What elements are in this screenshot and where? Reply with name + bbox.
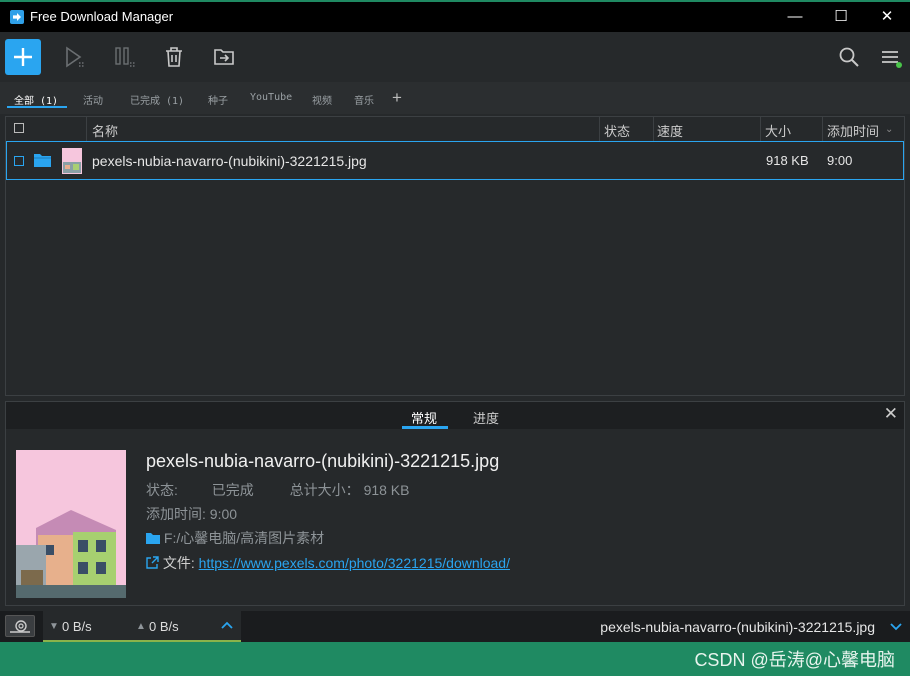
column-speed[interactable]: 速度 xyxy=(657,121,683,140)
total-size-value: 918 KB xyxy=(363,482,410,498)
column-added[interactable]: 添加时间 xyxy=(827,121,879,140)
download-size: 918 KB xyxy=(766,153,809,168)
column-separator xyxy=(599,117,600,141)
resume-icon[interactable] xyxy=(63,45,87,69)
file-thumbnail-icon xyxy=(62,148,82,174)
tab-progress[interactable]: 进度 xyxy=(473,408,499,427)
status-bar: ▼ 0 B/s ▲ 0 B/s pexels-nubia-navarro-(nu… xyxy=(0,611,910,642)
column-name[interactable]: 名称 xyxy=(92,121,118,140)
title-bar: Free Download Manager — ☐ ✕ xyxy=(0,2,910,32)
add-download-button[interactable] xyxy=(5,39,41,75)
download-row[interactable]: pexels-nubia-navarro-(nubikini)-3221215.… xyxy=(6,141,904,180)
speed-limiter-button[interactable] xyxy=(5,615,35,637)
details-status-line: 状态: 已完成 总计大小： 918 KB xyxy=(146,480,410,500)
download-added-time: 9:00 xyxy=(827,153,853,168)
snail-icon xyxy=(10,620,30,633)
pause-icon[interactable] xyxy=(113,45,137,69)
column-size[interactable]: 大小 xyxy=(765,121,791,140)
column-separator xyxy=(760,117,761,141)
tab-all[interactable]: 全部 (1) xyxy=(14,92,58,107)
minimize-button[interactable]: — xyxy=(772,2,818,32)
move-to-folder-icon[interactable] xyxy=(212,45,236,69)
status-value: 已完成 xyxy=(211,482,254,498)
tab-youtube[interactable]: YouTube xyxy=(250,92,292,103)
status-label: 状态: xyxy=(146,482,178,498)
folder-icon[interactable] xyxy=(33,152,52,168)
file-label: 文件: xyxy=(162,555,195,571)
column-separator xyxy=(822,117,823,141)
download-arrow-icon: ▼ xyxy=(49,621,59,632)
details-title: pexels-nubia-navarro-(nubikini)-3221215.… xyxy=(146,451,500,471)
watermark: CSDN @岳涛@心馨电脑 xyxy=(694,650,895,670)
details-panel: 常规 进度 ✕ pexels-nubia-navarro-(nubikini)-… xyxy=(5,401,905,606)
folder-icon xyxy=(146,533,160,544)
row-checkbox[interactable] xyxy=(14,156,24,166)
filter-tabs: 全部 (1) 活动 已完成 (1) 种子 YouTube 视频 音乐 xyxy=(0,82,910,114)
tab-music[interactable]: 音乐 xyxy=(354,92,374,107)
tab-active[interactable]: 活动 xyxy=(83,92,103,107)
plus-icon xyxy=(14,48,32,66)
upload-speed: 0 B/s xyxy=(149,619,179,634)
external-link-icon xyxy=(146,556,159,569)
select-all-checkbox[interactable] xyxy=(14,123,24,133)
search-icon[interactable] xyxy=(837,45,861,69)
close-details-icon[interactable]: ✕ xyxy=(884,404,898,424)
add-tag-button[interactable]: + xyxy=(392,88,402,108)
status-current-file[interactable]: pexels-nubia-navarro-(nubikini)-3221215.… xyxy=(600,619,875,635)
sort-chevron-icon[interactable]: ⌄ xyxy=(885,124,893,135)
maximize-button[interactable]: ☐ xyxy=(818,2,864,32)
download-speed: 0 B/s xyxy=(62,619,92,634)
list-header: 名称 状态 速度 大小 添加时间 ⌄ xyxy=(6,117,904,142)
speed-indicator[interactable]: ▼ 0 B/s ▲ 0 B/s xyxy=(43,611,241,642)
column-status[interactable]: 状态 xyxy=(604,121,630,140)
active-details-tab-indicator xyxy=(402,426,448,429)
close-button[interactable]: ✕ xyxy=(864,2,910,32)
toolbar xyxy=(0,32,910,82)
details-added-line: 添加时间: 9:00 xyxy=(146,504,237,524)
file-url-link[interactable]: https://www.pexels.com/photo/3221215/dow… xyxy=(199,555,510,571)
delete-icon[interactable] xyxy=(162,45,186,69)
tab-completed[interactable]: 已完成 (1) xyxy=(130,92,184,107)
download-filename: pexels-nubia-navarro-(nubikini)-3221215.… xyxy=(92,153,367,169)
active-tab-indicator xyxy=(7,106,67,108)
window-title: Free Download Manager xyxy=(30,9,174,24)
file-preview-image xyxy=(16,450,126,598)
menu-icon[interactable] xyxy=(879,45,903,69)
download-list: 名称 状态 速度 大小 添加时间 ⌄ pexels-nubia-navarro-… xyxy=(5,116,905,396)
tab-video[interactable]: 视频 xyxy=(312,92,332,107)
app-window: Free Download Manager — ☐ ✕ 全部 (1) 活动 已完… xyxy=(0,0,910,642)
upload-arrow-icon: ▲ xyxy=(136,621,146,632)
app-logo-icon xyxy=(10,10,24,24)
chevron-down-icon[interactable] xyxy=(890,623,902,631)
column-separator xyxy=(86,117,87,141)
column-separator xyxy=(653,117,654,141)
tab-torrents[interactable]: 种子 xyxy=(208,92,228,107)
chevron-up-icon[interactable] xyxy=(221,621,233,629)
tab-general[interactable]: 常规 xyxy=(411,408,437,427)
details-file-line: 文件: https://www.pexels.com/photo/3221215… xyxy=(146,553,510,573)
added-label: 添加时间: xyxy=(146,506,206,522)
save-path[interactable]: F:/心馨电脑/高清图片素材 xyxy=(164,530,324,546)
details-path-line[interactable]: F:/心馨电脑/高清图片素材 xyxy=(146,528,324,548)
added-value: 9:00 xyxy=(209,506,238,522)
total-size-label: 总计大小： xyxy=(289,482,360,498)
details-tabs: 常规 进度 ✕ xyxy=(6,402,904,429)
